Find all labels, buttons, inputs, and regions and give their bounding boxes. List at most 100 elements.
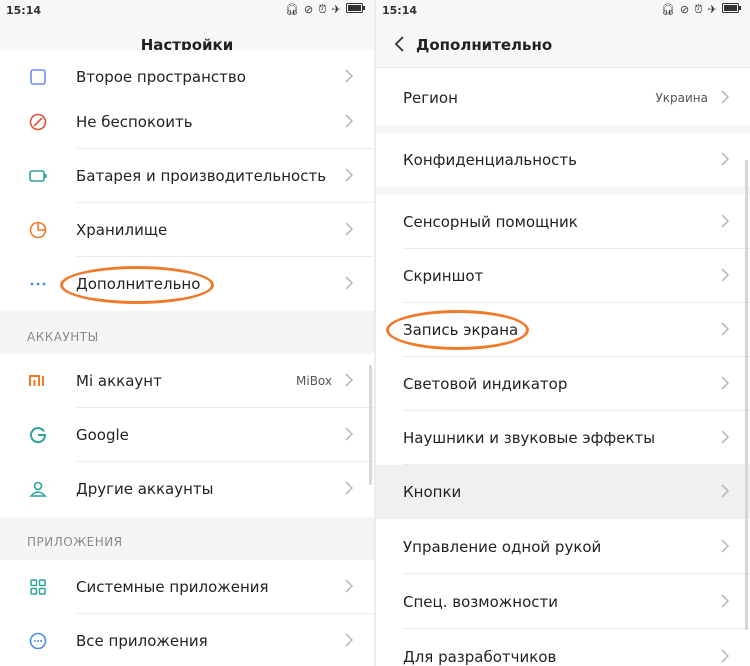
battery-status-icon bbox=[346, 3, 366, 17]
settings-item-privacy[interactable]: Конфиденциальность bbox=[376, 133, 750, 187]
settings-item-label: Для разработчиков bbox=[403, 648, 557, 666]
chevron-right-icon bbox=[345, 168, 354, 182]
group-gap bbox=[376, 187, 750, 195]
chevron-right-icon bbox=[721, 152, 730, 166]
settings-item-label: Кнопки bbox=[403, 483, 462, 501]
chevron-right-icon bbox=[345, 114, 354, 128]
chevron-right-icon bbox=[345, 579, 354, 593]
settings-item-all-apps[interactable]: Все приложения bbox=[0, 614, 374, 666]
settings-item-storage[interactable]: Хранилище bbox=[0, 203, 374, 257]
chevron-right-icon bbox=[721, 594, 730, 608]
alarm-icon: ⏰︎ bbox=[318, 3, 327, 16]
chevron-right-icon bbox=[721, 268, 730, 282]
settings-item-system-apps[interactable]: Системные приложения bbox=[0, 560, 374, 614]
status-bar: 15:14 🎧︎ ⊘ ⏰︎ ✈ bbox=[0, 0, 374, 22]
alarm-off-icon: ⊘ bbox=[303, 3, 314, 16]
settings-item-label: Хранилище bbox=[76, 221, 168, 239]
headphones-icon: 🎧︎ bbox=[661, 3, 675, 16]
status-icons: 🎧︎ ⊘ ⏰︎ ✈ bbox=[285, 3, 366, 17]
chevron-right-icon bbox=[721, 90, 730, 104]
settings-item-label: Спец. возможности bbox=[403, 593, 558, 611]
section-header-apps: ПРИЛОЖЕНИЯ bbox=[0, 517, 374, 560]
screenshot-composite: 15:14 🎧︎ ⊘ ⏰︎ ✈ Настройки Второе простра… bbox=[0, 0, 750, 666]
person-icon bbox=[29, 481, 47, 497]
page-title: Дополнительно bbox=[416, 36, 553, 54]
scrollbar[interactable] bbox=[745, 160, 748, 630]
settings-item-headphones-sound[interactable]: Наушники и звуковые эффекты bbox=[376, 411, 750, 465]
mi-logo-icon bbox=[29, 375, 44, 386]
chevron-right-icon bbox=[721, 649, 730, 663]
settings-item-label: Управление одной рукой bbox=[403, 538, 602, 556]
group-gap bbox=[376, 125, 750, 133]
all-apps-icon bbox=[29, 632, 47, 650]
chevron-right-icon bbox=[345, 481, 354, 495]
airplane-icon: ✈ bbox=[331, 3, 341, 16]
settings-item-google[interactable]: Google bbox=[0, 408, 374, 462]
status-bar: 15:14 🎧︎ ⊘ ⏰︎ ✈ bbox=[376, 0, 750, 22]
highlight-ellipse bbox=[386, 310, 529, 350]
chevron-right-icon bbox=[345, 427, 354, 441]
settings-item-value: Украина bbox=[655, 91, 708, 105]
divider bbox=[403, 628, 750, 629]
settings-item-do-not-disturb[interactable]: Не беспокоить bbox=[0, 95, 374, 149]
more-dots-icon bbox=[30, 282, 46, 286]
settings-item-label: Не беспокоить bbox=[76, 113, 193, 131]
second-space-icon bbox=[30, 69, 46, 85]
settings-item-label: Системные приложения bbox=[76, 578, 269, 596]
settings-item-buttons[interactable]: Кнопки bbox=[376, 465, 750, 519]
settings-item-label: Световой индикатор bbox=[403, 375, 568, 393]
settings-item-value: MiBox bbox=[296, 374, 332, 388]
settings-item-label: Другие аккаунты bbox=[76, 480, 214, 498]
settings-item-other-accounts[interactable]: Другие аккаунты bbox=[0, 462, 374, 516]
google-icon bbox=[30, 427, 47, 444]
settings-item-mi-account[interactable]: Mi аккаунт MiBox bbox=[0, 354, 374, 408]
chevron-right-icon bbox=[721, 484, 730, 498]
alarm-off-icon: ⊘ bbox=[679, 3, 690, 16]
title-bar: Дополнительно bbox=[376, 22, 750, 68]
chevron-right-icon bbox=[721, 322, 730, 336]
settings-screen: 15:14 🎧︎ ⊘ ⏰︎ ✈ Настройки Второе простра… bbox=[0, 0, 374, 666]
chevron-right-icon bbox=[345, 276, 354, 290]
settings-item-label: Mi аккаунт bbox=[76, 372, 162, 390]
highlight-ellipse bbox=[60, 266, 214, 304]
additional-settings-screen: 15:14 🎧︎ ⊘ ⏰︎ ✈ Дополнительно Регион Укр… bbox=[376, 0, 750, 666]
chevron-right-icon bbox=[721, 539, 730, 553]
settings-item-touch-assistant[interactable]: Сенсорный помощник bbox=[376, 195, 750, 249]
scrollbar[interactable] bbox=[369, 365, 372, 485]
back-arrow-icon[interactable] bbox=[390, 34, 410, 54]
settings-item-battery[interactable]: Батарея и производительность bbox=[0, 149, 374, 203]
status-time: 15:14 bbox=[382, 4, 418, 17]
section-title: ПРИЛОЖЕНИЯ bbox=[27, 535, 123, 549]
settings-item-label: Батарея и производительность bbox=[76, 167, 327, 185]
settings-item-label: Все приложения bbox=[76, 632, 208, 650]
section-header-accounts: АККАУНТЫ bbox=[0, 311, 374, 354]
chevron-right-icon bbox=[345, 69, 354, 83]
do-not-disturb-icon bbox=[29, 113, 47, 131]
settings-item-screenshot[interactable]: Скриншот bbox=[376, 249, 750, 303]
storage-icon bbox=[29, 221, 47, 239]
chevron-right-icon bbox=[345, 373, 354, 387]
settings-item-label: Google bbox=[76, 426, 129, 444]
section-title: АККАУНТЫ bbox=[27, 330, 99, 344]
airplane-icon: ✈ bbox=[707, 3, 717, 16]
settings-item-one-handed[interactable]: Управление одной рукой bbox=[376, 520, 750, 574]
settings-item-label: Скриншот bbox=[403, 267, 484, 285]
chevron-right-icon bbox=[721, 376, 730, 390]
settings-item-label: Регион bbox=[403, 89, 458, 107]
status-icons: 🎧︎ ⊘ ⏰︎ ✈ bbox=[661, 3, 742, 17]
settings-item-label: Второе пространство bbox=[76, 68, 246, 86]
apps-grid-icon bbox=[30, 579, 46, 595]
chevron-right-icon bbox=[721, 430, 730, 444]
chevron-right-icon bbox=[721, 214, 730, 228]
settings-item-label: Наушники и звуковые эффекты bbox=[403, 429, 656, 447]
settings-item-accessibility[interactable]: Спец. возможности bbox=[376, 575, 750, 629]
headphones-icon: 🎧︎ bbox=[285, 3, 299, 16]
settings-item-label: Конфиденциальность bbox=[403, 151, 578, 169]
settings-item-label: Сенсорный помощник bbox=[403, 213, 578, 231]
settings-item-developer[interactable]: Для разработчиков bbox=[376, 630, 750, 666]
battery-icon bbox=[29, 170, 47, 182]
settings-item-light-indicator[interactable]: Световой индикатор bbox=[376, 357, 750, 411]
chevron-right-icon bbox=[345, 222, 354, 236]
status-time: 15:14 bbox=[6, 4, 42, 17]
settings-item-region[interactable]: Регион Украина bbox=[376, 71, 750, 125]
